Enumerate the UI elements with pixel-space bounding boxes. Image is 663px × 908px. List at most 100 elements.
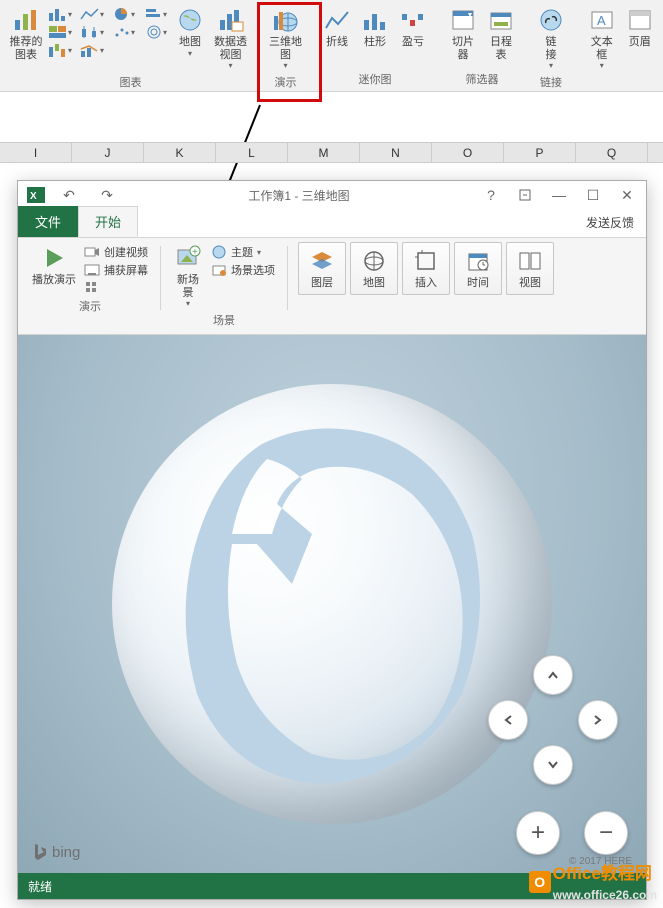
minimize-button[interactable]: — [544, 183, 574, 207]
sparkline-winloss-icon [398, 6, 428, 34]
options-button[interactable] [84, 280, 148, 294]
play-demo-button[interactable]: 播放演示 [28, 242, 80, 296]
sparkline-winloss-button[interactable]: 盈亏 [394, 4, 432, 51]
chevron-down-icon: ▾ [549, 61, 553, 70]
combo-chart-button[interactable]: ▾ [78, 42, 106, 58]
layers-button[interactable]: 图层 [298, 242, 346, 295]
bar-chart-button[interactable]: ▾ [142, 6, 170, 22]
status-bar: 就绪 [18, 873, 646, 899]
insert-label: 插入 [415, 277, 437, 290]
ribbon-collapse-button[interactable] [510, 183, 540, 207]
map-chart-icon [175, 6, 205, 34]
svg-text:A: A [597, 13, 606, 28]
create-video-button[interactable]: 创建视频 [84, 244, 148, 260]
video-icon [84, 245, 100, 259]
send-feedback-link[interactable]: 发送反馈 [574, 208, 646, 237]
line-chart-button[interactable]: ▾ [78, 6, 106, 22]
layers-label: 图层 [311, 277, 333, 290]
column-header[interactable]: N [360, 143, 432, 162]
group-demos-label: 演示 [265, 72, 306, 94]
group-sparklines-label: 迷你图 [318, 69, 432, 91]
scene-options-button[interactable]: 场景选项 [211, 262, 275, 278]
column-chart-button[interactable]: ▾ [46, 6, 74, 22]
play-icon [39, 244, 69, 272]
app-icon: X [26, 186, 46, 204]
play-demo-label: 播放演示 [32, 274, 76, 287]
three-d-map-icon [271, 6, 301, 34]
chevron-right-icon [591, 713, 605, 727]
sparkline-column-button[interactable]: 柱形 [356, 4, 394, 51]
scene-options-icon [211, 263, 227, 277]
column-header[interactable]: O [432, 143, 504, 162]
map-viewport[interactable]: 太平洋 + − bing © 2017 HERE [18, 335, 646, 873]
recommended-charts-button[interactable]: 推荐的 图表 [8, 4, 44, 63]
map-group-buttons: 图层 地图 插入 时间 视图 [290, 242, 562, 330]
window-title: 工作簿1 - 三维地图 [122, 187, 476, 204]
column-header[interactable]: I [0, 143, 72, 162]
sparkline-line-button[interactable]: 折线 [318, 4, 356, 51]
help-button[interactable]: ? [476, 183, 506, 207]
timeline-icon [486, 6, 516, 34]
sparkline-winloss-label: 盈亏 [402, 36, 424, 49]
close-button[interactable]: ✕ [612, 183, 642, 207]
pan-up-button[interactable] [533, 655, 573, 695]
pan-right-button[interactable] [578, 700, 618, 740]
view-icon [516, 247, 544, 275]
map-chart-button[interactable]: 地图 ▾ [172, 4, 208, 60]
tab-home[interactable]: 开始 [78, 206, 138, 237]
tab-file[interactable]: 文件 [18, 206, 78, 237]
surface-chart-button[interactable]: ▾ [142, 24, 170, 40]
globe-icon [360, 247, 388, 275]
link-button[interactable]: 链 接▾ [532, 4, 570, 72]
svg-text:+: + [192, 247, 198, 258]
three-d-map-button[interactable]: 三维地 图 ▾ [265, 4, 306, 72]
group-charts-label: 图表 [8, 72, 253, 94]
text-group-label [582, 73, 658, 91]
zoom-out-button[interactable]: − [584, 811, 628, 855]
chart-gallery-col2: ▾ ▾ ▾ [76, 4, 108, 60]
themes-button[interactable]: 主题 ▾ [211, 244, 275, 260]
time-button[interactable]: 时间 [454, 242, 502, 295]
chart-gallery-col1: ▾ ▾ ▾ [44, 4, 76, 60]
pan-down-button[interactable] [533, 745, 573, 785]
pan-left-button[interactable] [488, 700, 528, 740]
textbox-button[interactable]: A文本框▾ [582, 4, 621, 72]
column-header[interactable]: J [72, 143, 144, 162]
view-button[interactable]: 视图 [506, 242, 554, 295]
time-icon [464, 247, 492, 275]
timeline-button[interactable]: 日程表 [482, 4, 520, 63]
maximize-button[interactable]: ☐ [578, 183, 608, 207]
chevron-down-icon: ▾ [283, 61, 287, 70]
window-titlebar: X ↶ ↷ 工作簿1 - 三维地图 ? — ☐ ✕ [18, 181, 646, 209]
column-header[interactable]: Q [576, 143, 648, 162]
undo-button[interactable]: ↶ [54, 183, 84, 207]
link-label: 链 接 [546, 36, 557, 61]
column-header[interactable]: L [216, 143, 288, 162]
redo-button[interactable]: ↷ [92, 183, 122, 207]
chevron-up-icon [546, 668, 560, 682]
waterfall-chart-button[interactable]: ▾ [46, 42, 74, 58]
column-header[interactable]: K [144, 143, 216, 162]
bing-attribution: bing [32, 843, 80, 861]
chevron-down-icon: ▾ [188, 49, 192, 58]
slicer-icon [448, 6, 478, 34]
pivot-chart-button[interactable]: 数据透视图 ▾ [208, 4, 253, 72]
map-chart-label: 地图 [179, 36, 201, 49]
zoom-in-button[interactable]: + [516, 811, 560, 855]
ribbon-group-text: A文本框▾ 页眉 [578, 4, 662, 91]
pie-chart-button[interactable]: ▾ [110, 6, 138, 22]
insert-button[interactable]: 插入 [402, 242, 450, 295]
column-header[interactable]: M [288, 143, 360, 162]
hierarchy-chart-button[interactable]: ▾ [46, 24, 74, 40]
map-view-button[interactable]: 地图 [350, 242, 398, 295]
statistical-chart-button[interactable]: ▾ [78, 24, 106, 40]
column-header[interactable]: P [504, 143, 576, 162]
slicer-button[interactable]: 切片器 [444, 4, 482, 63]
header-footer-label: 页眉 [629, 36, 651, 49]
timeline-label: 日程表 [486, 36, 516, 61]
new-scene-button[interactable]: + 新场 景 ▾ [169, 242, 207, 310]
scatter-chart-button[interactable]: ▾ [110, 24, 138, 40]
themes-label: 主题 [231, 244, 253, 260]
header-footer-button[interactable]: 页眉 [621, 4, 658, 51]
capture-screen-button[interactable]: 捕获屏幕 [84, 262, 148, 278]
